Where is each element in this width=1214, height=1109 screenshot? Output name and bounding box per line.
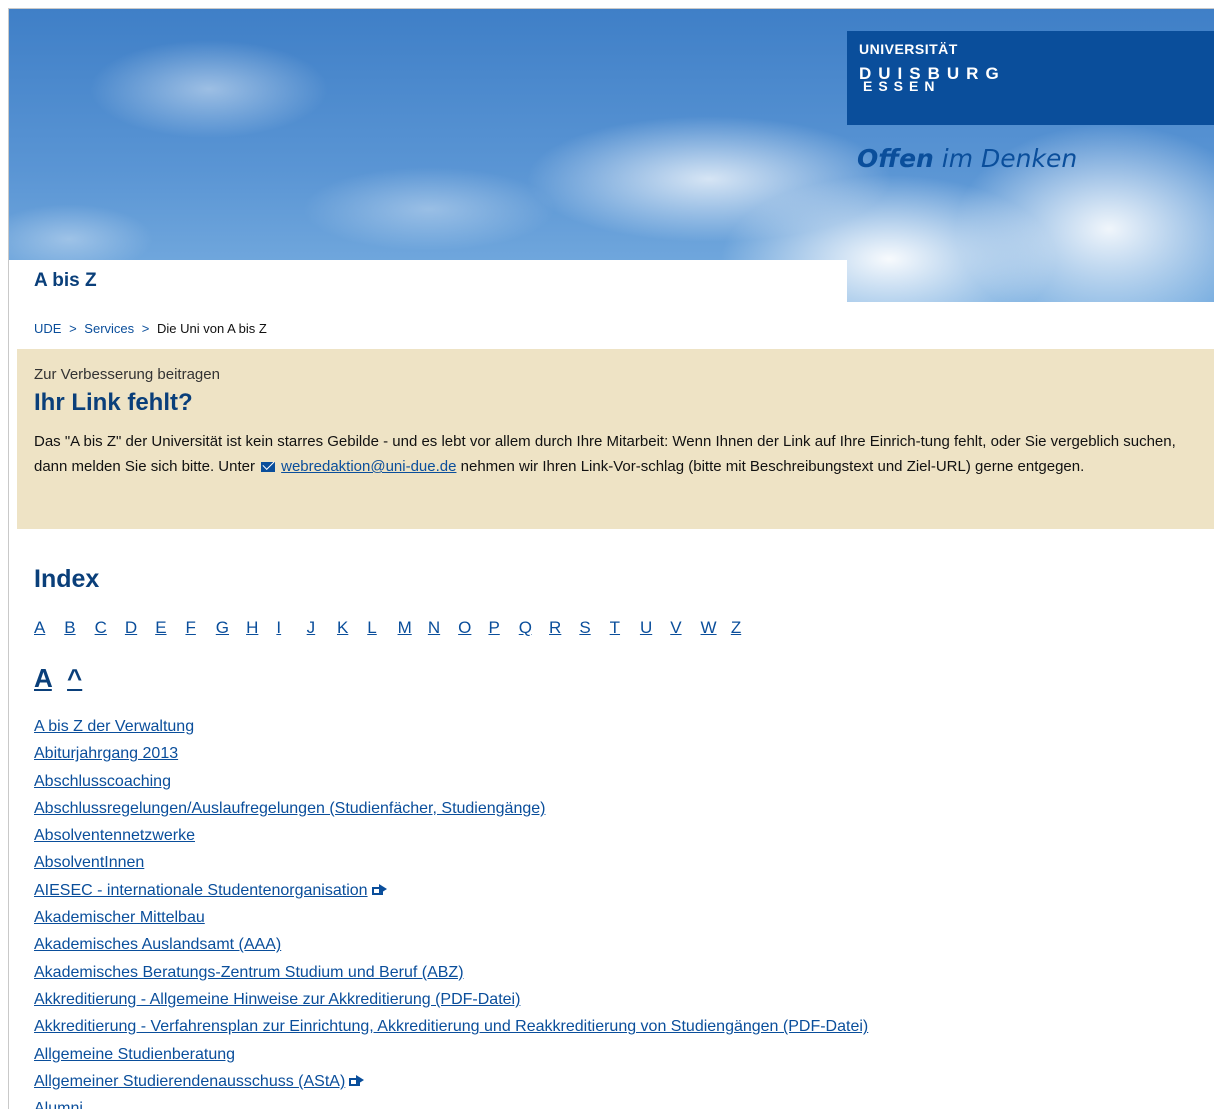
az-link[interactable]: Abschlusscoaching	[34, 773, 171, 790]
logo-university-text: UNIVERSITÄT	[859, 41, 958, 57]
letter-link-f[interactable]: F	[185, 618, 215, 638]
az-link[interactable]: Akademischer Mittelbau	[34, 909, 205, 926]
page-title-tab: A bis Z	[9, 260, 847, 302]
letter-link-l[interactable]: L	[367, 618, 397, 638]
breadcrumb-separator: >	[141, 321, 150, 336]
letter-link-c[interactable]: C	[95, 618, 125, 638]
letter-link-r[interactable]: R	[549, 618, 579, 638]
notice-text: Das "A bis Z" der Universität ist kein s…	[34, 429, 1199, 479]
breadcrumb-link-ude[interactable]: UDE	[34, 321, 61, 336]
letter-link-i[interactable]: I	[276, 618, 306, 638]
letter-link-z[interactable]: Z	[731, 618, 761, 638]
list-item: AIESEC - internationale Studentenorganis…	[34, 877, 868, 904]
external-link-icon	[349, 1074, 365, 1086]
az-link[interactable]: AbsolventInnen	[34, 854, 144, 871]
letter-link-p[interactable]: P	[488, 618, 518, 638]
back-to-top-caret[interactable]: ^	[67, 663, 82, 693]
list-item: Abiturjahrgang 2013	[34, 740, 868, 767]
breadcrumb: UDE > Services > Die Uni von A bis Z	[34, 321, 267, 336]
az-link[interactable]: Abschlussregelungen/Auslaufregelungen (S…	[34, 800, 545, 817]
slogan-bold: Offen	[857, 144, 934, 173]
list-item: A bis Z der Verwaltung	[34, 713, 868, 740]
list-item: Allgemeine Studienberatung	[34, 1041, 868, 1068]
section-letter[interactable]: A	[34, 663, 52, 693]
letter-link-t[interactable]: T	[610, 618, 640, 638]
page-frame: UNIVERSITÄT DUISBURG ESSEN Offen im Denk…	[8, 8, 1214, 1109]
list-item: Akademischer Mittelbau	[34, 904, 868, 931]
breadcrumb-current: Die Uni von A bis Z	[157, 321, 267, 336]
slogan: Offen im Denken	[857, 144, 1077, 173]
letter-link-o[interactable]: O	[458, 618, 488, 638]
list-item: Abschlussregelungen/Auslaufregelungen (S…	[34, 795, 868, 822]
notice-box: Zur Verbesserung beitragen Ihr Link fehl…	[17, 349, 1214, 529]
logo-essen-text: ESSEN	[863, 78, 941, 94]
letter-link-q[interactable]: Q	[519, 618, 549, 638]
header-banner: UNIVERSITÄT DUISBURG ESSEN Offen im Denk…	[9, 9, 1214, 302]
email-link[interactable]: webredaktion@uni-due.de	[281, 458, 456, 475]
letter-link-g[interactable]: G	[216, 618, 246, 638]
letter-link-s[interactable]: S	[579, 618, 609, 638]
list-item: Alumni	[34, 1095, 868, 1109]
az-link[interactable]: Absolventennetzwerke	[34, 827, 195, 844]
list-item: Akademisches Beratungs-Zentrum Studium u…	[34, 959, 868, 986]
notice-text-after: nehmen wir Ihren Link-Vor-schlag (bitte …	[456, 458, 1085, 475]
letter-index-nav: ABCDEFGHIJKLMNOPQRSTUVWZ	[34, 618, 761, 638]
notice-title: Ihr Link fehlt?	[34, 389, 193, 416]
page-title: A bis Z	[34, 270, 97, 291]
letter-link-a[interactable]: A	[34, 618, 64, 638]
letter-link-j[interactable]: J	[307, 618, 337, 638]
university-logo[interactable]: UNIVERSITÄT DUISBURG ESSEN	[847, 31, 1214, 125]
letter-link-e[interactable]: E	[155, 618, 185, 638]
letter-link-b[interactable]: B	[64, 618, 94, 638]
breadcrumb-separator: >	[69, 321, 77, 336]
letter-link-n[interactable]: N	[428, 618, 458, 638]
letter-link-u[interactable]: U	[640, 618, 670, 638]
list-item: Akademisches Auslandsamt (AAA)	[34, 931, 868, 958]
index-title: Index	[34, 565, 100, 593]
slogan-rest: im Denken	[933, 144, 1078, 173]
list-item: Abschlusscoaching	[34, 768, 868, 795]
az-link[interactable]: Akademisches Auslandsamt (AAA)	[34, 936, 281, 953]
list-item: Absolventennetzwerke	[34, 822, 868, 849]
mail-icon	[261, 462, 276, 472]
az-link[interactable]: A bis Z der Verwaltung	[34, 718, 194, 735]
letter-link-d[interactable]: D	[125, 618, 155, 638]
letter-link-v[interactable]: V	[670, 618, 700, 638]
notice-kicker: Zur Verbesserung beitragen	[34, 366, 220, 383]
link-list: A bis Z der Verwaltung Abiturjahrgang 201…	[34, 713, 868, 1109]
external-link-icon	[371, 883, 388, 895]
list-item: Akkreditierung - Verfahrensplan zur Einr…	[34, 1013, 868, 1040]
letter-link-h[interactable]: H	[246, 618, 276, 638]
az-link[interactable]: Allgemeiner Studierendenausschuss (AStA)	[34, 1073, 345, 1090]
az-link[interactable]: Akkreditierung - Allgemeine Hinweise zur…	[34, 991, 520, 1008]
section-heading: A ^	[34, 663, 82, 694]
letter-link-w[interactable]: W	[701, 618, 731, 638]
list-item: Akkreditierung - Allgemeine Hinweise zur…	[34, 986, 868, 1013]
letter-link-k[interactable]: K	[337, 618, 367, 638]
az-link[interactable]: Akkreditierung - Verfahrensplan zur Einr…	[34, 1018, 868, 1035]
letter-link-m[interactable]: M	[398, 618, 428, 638]
list-item: AbsolventInnen	[34, 849, 868, 876]
breadcrumb-link-services[interactable]: Services	[84, 321, 134, 336]
az-link[interactable]: Akademisches Beratungs-Zentrum Studium u…	[34, 964, 464, 981]
az-link[interactable]: AIESEC - internationale Studentenorganis…	[34, 882, 368, 899]
list-item: Allgemeiner Studierendenausschuss (AStA)	[34, 1068, 868, 1095]
az-link[interactable]: Allgemeine Studienberatung	[34, 1046, 235, 1063]
az-link[interactable]: Abiturjahrgang 2013	[34, 745, 178, 762]
